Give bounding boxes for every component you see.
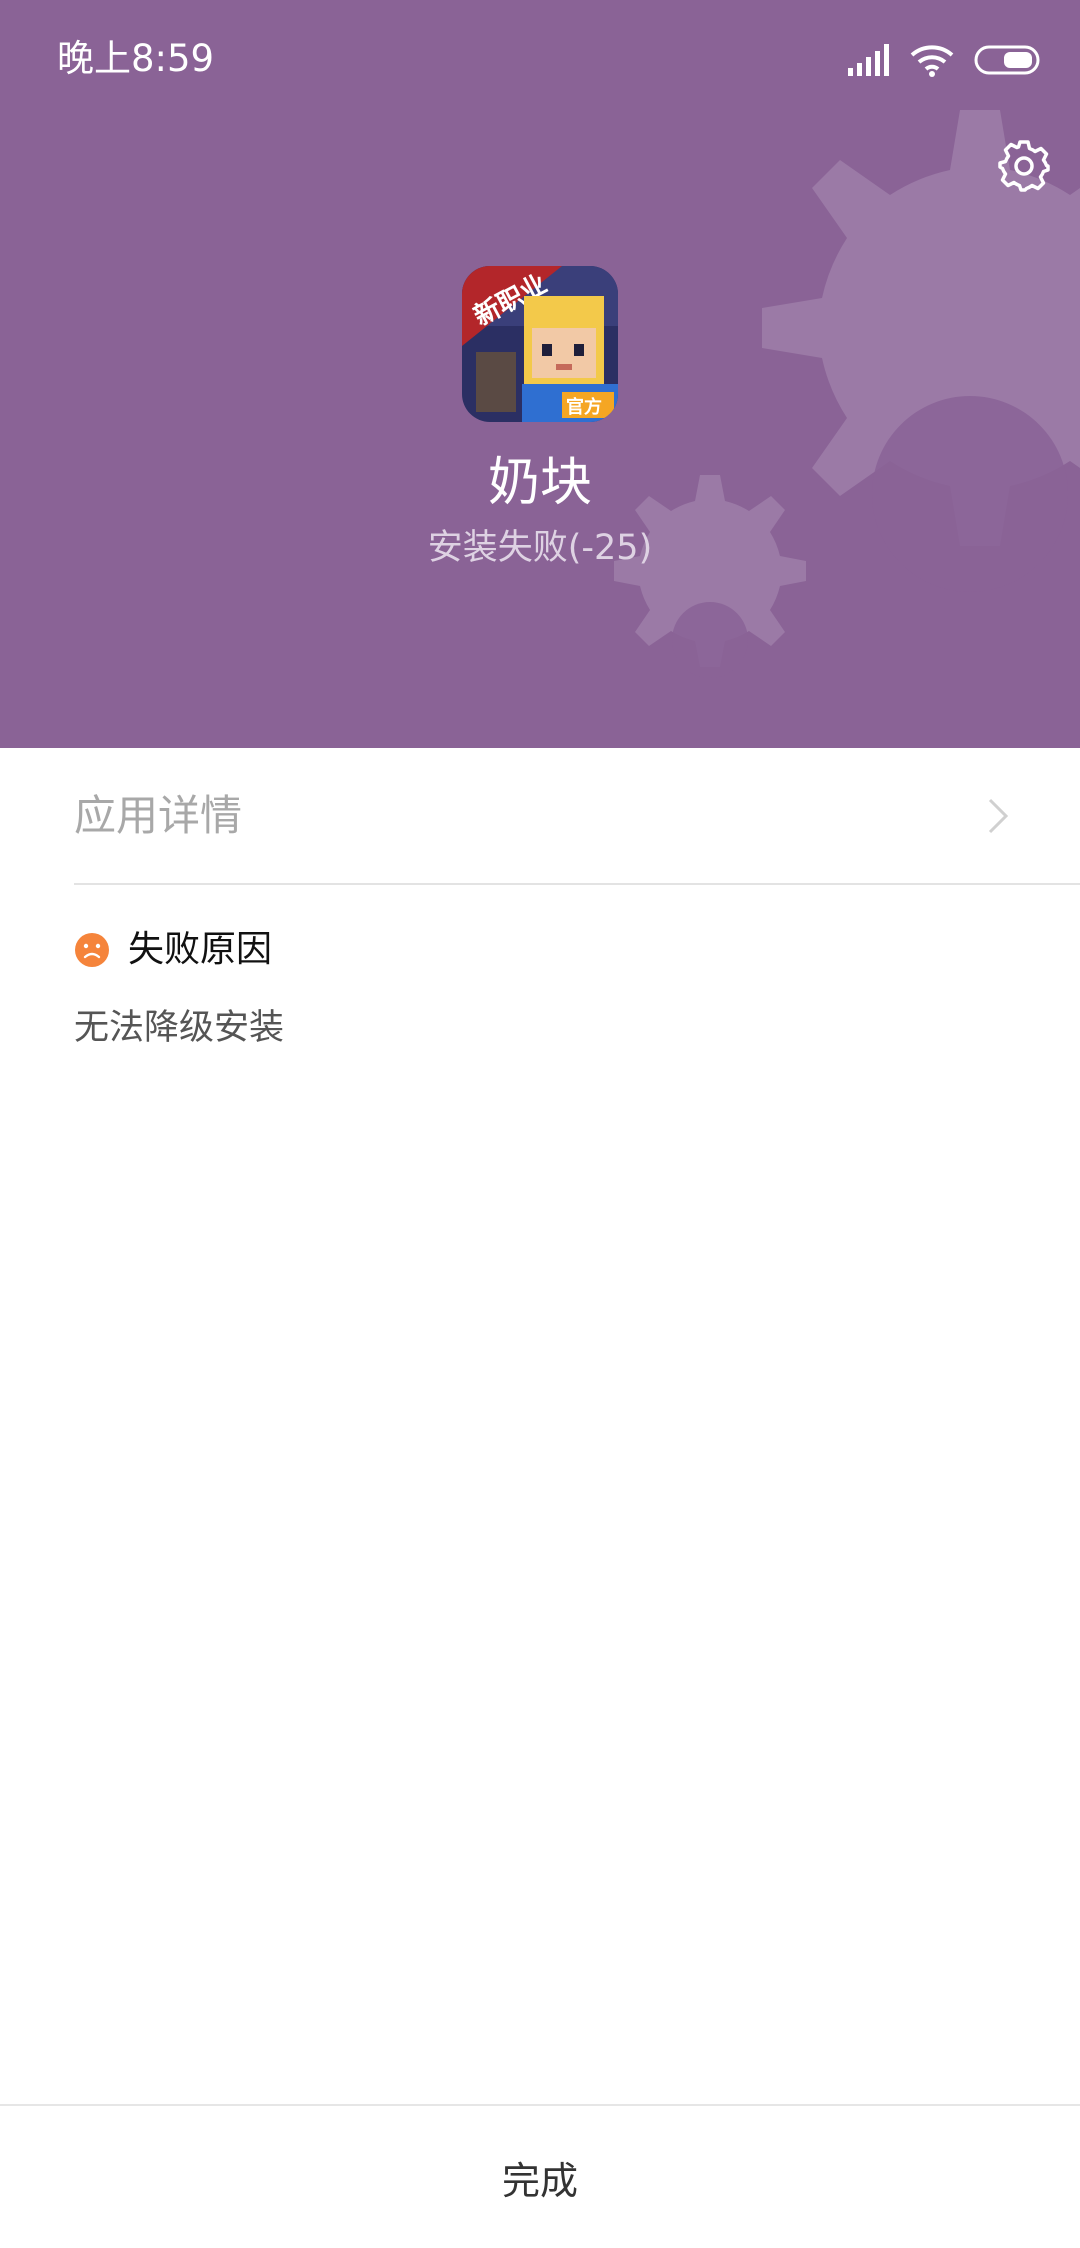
failure-reason-header: 失败原因 [74, 922, 272, 978]
gear-icon[interactable] [994, 136, 1054, 196]
failure-reason-text: 无法降级安装 [74, 1008, 285, 1048]
app-header: 晚上8:59 新职业 官方 奶块 安装失败(-25) [0, 0, 1080, 748]
svg-text:官方: 官方 [566, 396, 602, 418]
app-details-row[interactable]: 应用详情 [0, 748, 1080, 884]
app-details-label: 应用详情 [74, 791, 243, 840]
done-button[interactable]: 完成 [0, 2106, 1080, 2248]
status-bar: 晚上8:59 [0, 0, 1080, 120]
battery-icon [974, 45, 1040, 75]
status-icons [848, 40, 1042, 80]
install-status: 安装失败(-25) [427, 528, 653, 568]
app-icon: 新职业 官方 [462, 266, 618, 422]
sad-face-icon [75, 933, 109, 967]
wifi-icon [910, 45, 954, 77]
app-name: 奶块 [487, 453, 592, 513]
failure-reason-title: 失败原因 [128, 929, 273, 970]
divider [74, 883, 1080, 885]
status-time: 晚上8:59 [57, 37, 215, 80]
signal-icon [848, 44, 889, 76]
chevron-right-icon [988, 798, 1009, 834]
